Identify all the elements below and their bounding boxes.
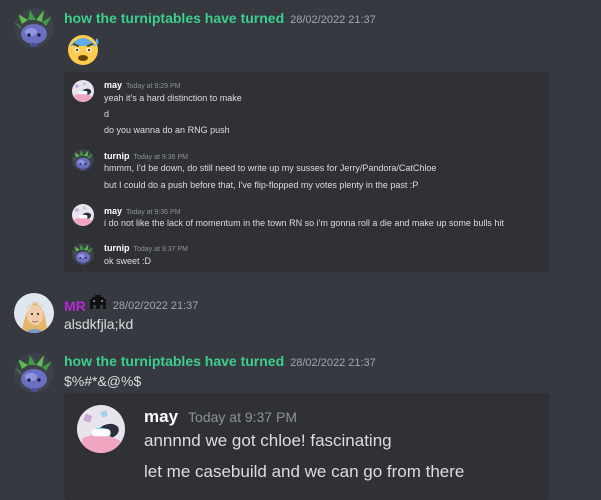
quoted-line: do you wanna do an RNG push	[104, 125, 230, 135]
author-name[interactable]: how the turniptables have turned	[64, 10, 284, 26]
timestamp: 28/02/2022 21:37	[290, 357, 376, 369]
message-text: alsdkfjla;kd	[64, 316, 134, 332]
quoted-line: let me casebuild and we can go from ther…	[144, 462, 465, 481]
quoted-conversation: may Today at 9:37 PM annnnd we got chloe!…	[64, 393, 550, 500]
message-2: MR 28/02/2022 21:37 alsdkfjla;kd	[0, 285, 601, 345]
portrait-avatar-icon[interactable]	[14, 293, 54, 333]
message-text: $%#*&@%$	[64, 373, 142, 389]
quoted-author: turnip Today at 9:37 PM	[104, 243, 188, 253]
may-avatar-icon	[77, 405, 125, 453]
timestamp: 28/02/2022 21:37	[290, 14, 376, 26]
quoted-conversation: may Today at 9:29 PM yeah it's a hard dis…	[64, 72, 550, 272]
quoted-line: hmmm, I'd be down, do still need to writ…	[104, 163, 437, 173]
timestamp: 28/02/2022 21:37	[112, 299, 199, 312]
quoted-author: turnip Today at 9:36 PM	[104, 151, 188, 161]
message-header: MR 28/02/2022 21:37	[64, 295, 198, 316]
quoted-author: may Today at 9:37 PM	[144, 407, 297, 426]
turnip-avatar-icon	[72, 149, 94, 171]
turnip-avatar-icon	[72, 243, 94, 265]
quoted-line: annnnd we got chloe! fascinating	[144, 431, 392, 450]
may-avatar-icon	[72, 80, 94, 102]
quoted-line: yeah it's a hard distinction to make	[104, 93, 242, 103]
turnip-avatar-icon[interactable]	[14, 353, 54, 393]
turnip-avatar-icon[interactable]	[14, 8, 54, 48]
quoted-author: may Today at 9:29 PM	[104, 80, 181, 90]
quoted-line: but I could do a push before that, I've …	[104, 180, 419, 190]
message-header: how the turniptables have turned 28/02/20…	[64, 353, 376, 371]
quoted-line: ok sweet :D	[104, 256, 152, 266]
anxious-sweat-emoji-icon	[64, 32, 102, 66]
may-avatar-icon	[72, 204, 94, 226]
pixel-creature-icon	[89, 295, 107, 316]
message-1: how the turniptables have turned 28/02/20…	[0, 0, 601, 285]
quoted-author: may Today at 9:36 PM	[104, 206, 181, 216]
message-header: how the turniptables have turned 28/02/20…	[64, 10, 376, 28]
quoted-line: i do not like the lack of momentum in th…	[104, 218, 504, 228]
author-name[interactable]: how the turniptables have turned	[64, 353, 284, 369]
quoted-line: d	[104, 109, 110, 119]
message-3: how the turniptables have turned 28/02/20…	[0, 345, 601, 500]
author-name[interactable]: MR	[64, 298, 86, 314]
